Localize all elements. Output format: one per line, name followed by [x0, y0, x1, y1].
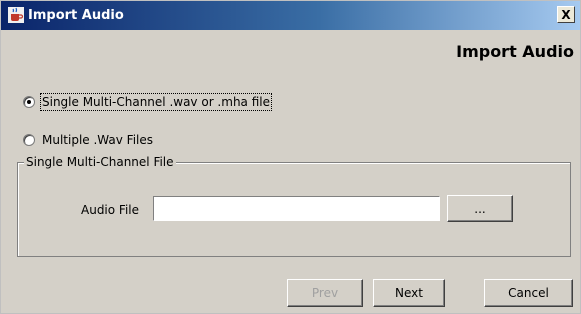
window-title: Import Audio — [28, 8, 124, 23]
single-file-radio[interactable] — [23, 96, 35, 108]
multiple-files-radio[interactable] — [23, 134, 35, 146]
audio-file-label: Audio File — [81, 203, 140, 217]
multiple-files-option[interactable]: Multiple .Wav Files — [23, 133, 153, 147]
radio-selected-dot — [27, 100, 31, 104]
single-file-option-label[interactable]: Single Multi-Channel .wav or .mha file — [40, 93, 272, 111]
group-legend: Single Multi-Channel File — [24, 155, 176, 169]
close-button[interactable]: X — [557, 6, 575, 23]
next-button[interactable]: Next — [373, 279, 445, 307]
close-icon: X — [561, 7, 571, 22]
java-coffee-cup-icon — [8, 7, 24, 23]
prev-button[interactable]: Prev — [287, 279, 363, 307]
cancel-button[interactable]: Cancel — [484, 279, 573, 307]
audio-file-input[interactable] — [153, 196, 440, 221]
title-bar[interactable]: Import Audio X — [1, 1, 580, 30]
browse-button[interactable]: ... — [447, 195, 513, 222]
multiple-files-option-label[interactable]: Multiple .Wav Files — [42, 133, 153, 147]
page-title: Import Audio — [456, 42, 574, 61]
import-audio-dialog: Import Audio X Import Audio Single Multi… — [0, 0, 581, 314]
single-file-option[interactable]: Single Multi-Channel .wav or .mha file — [23, 93, 272, 111]
